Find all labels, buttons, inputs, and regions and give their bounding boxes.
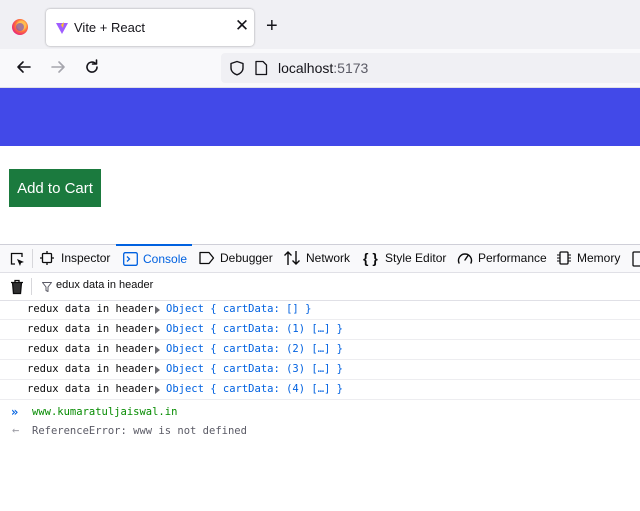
tab-style-editor[interactable]: { } Style Editor <box>363 245 448 272</box>
expand-triangle-icon[interactable] <box>155 306 160 314</box>
forward-arrow-icon[interactable] <box>48 57 68 77</box>
command-prompt-icon: » <box>11 405 19 419</box>
log-object[interactable]: Object { cartData: (2) […] } <box>166 343 343 355</box>
console-log-row: redux data in header Object { cartData: … <box>0 320 640 340</box>
expand-triangle-icon[interactable] <box>155 326 160 334</box>
console-log-row: redux data in header Object { cartData: … <box>0 300 640 320</box>
devtools-panel: Inspector Console Debugger Network { } S… <box>0 244 640 511</box>
expand-triangle-icon[interactable] <box>155 386 160 394</box>
memory-icon <box>557 251 571 265</box>
log-object[interactable]: Object { cartData: [] } <box>166 303 311 315</box>
tab-debugger-label: Debugger <box>220 251 273 265</box>
log-message: redux data in header <box>27 323 154 335</box>
console-filter-bar <box>0 273 640 301</box>
tab-performance[interactable]: Performance <box>457 245 547 272</box>
tab-performance-label: Performance <box>478 251 547 265</box>
tab-network[interactable]: Network <box>283 245 353 272</box>
error-text: ReferenceError: www is not defined <box>32 425 247 437</box>
console-log-row: redux data in header Object { cartData: … <box>0 340 640 360</box>
log-object[interactable]: Object { cartData: (3) […] } <box>166 363 343 375</box>
vite-favicon-icon <box>56 22 68 34</box>
tab-console[interactable]: Console <box>116 244 192 273</box>
tab-console-label: Console <box>143 252 188 266</box>
network-icon <box>284 251 300 265</box>
expand-triangle-icon[interactable] <box>155 346 160 354</box>
back-arrow-icon[interactable] <box>14 57 34 77</box>
inspector-icon <box>40 251 54 265</box>
log-object[interactable]: Object { cartData: (4) […] } <box>166 383 343 395</box>
storage-panel-icon[interactable] <box>632 251 640 267</box>
add-to-cart-button[interactable]: Add to Cart <box>9 169 101 207</box>
log-message: redux data in header <box>27 303 154 315</box>
page-header-bar <box>0 88 640 146</box>
browser-tab-active[interactable]: Vite + React ✕ <box>46 9 254 46</box>
devtools-toolbar: Inspector Console Debugger Network { } S… <box>0 244 640 273</box>
tab-debugger[interactable]: Debugger <box>198 245 274 272</box>
clear-console-trash-icon[interactable] <box>10 279 24 295</box>
toolbar-separator <box>32 249 33 268</box>
tab-inspector-label: Inspector <box>61 251 111 265</box>
console-icon <box>123 252 138 266</box>
reload-icon[interactable] <box>82 57 102 77</box>
url-host: localhost <box>278 60 334 76</box>
filter-funnel-icon <box>42 282 52 292</box>
log-message: redux data in header <box>27 383 154 395</box>
url-bar[interactable]: localhost:5173 <box>221 53 640 83</box>
console-log-row: redux data in header Object { cartData: … <box>0 380 640 400</box>
tab-memory-label: Memory <box>577 251 621 265</box>
console-result-row: ← ReferenceError: www is not defined <box>0 422 640 441</box>
navigation-toolbar: localhost:5173 <box>0 49 640 88</box>
performance-icon <box>457 253 473 264</box>
new-tab-button[interactable]: + <box>266 16 278 36</box>
element-picker-icon[interactable] <box>9 251 25 267</box>
style-editor-icon: { } <box>363 250 378 266</box>
log-message: redux data in header <box>27 363 154 375</box>
tracking-protection-shield-icon[interactable] <box>229 60 245 76</box>
console-log-row: redux data in header Object { cartData: … <box>0 360 640 380</box>
filter-separator <box>31 278 32 295</box>
tab-strip: Vite + React ✕ + <box>0 0 640 49</box>
tab-network-label: Network <box>306 251 351 265</box>
command-text: www.kumaratuljaiswal.in <box>32 406 178 418</box>
log-object[interactable]: Object { cartData: (1) […] } <box>166 323 343 335</box>
tab-style-editor-label: Style Editor <box>385 251 447 265</box>
tab-inspector[interactable]: Inspector <box>40 245 112 272</box>
tab-memory[interactable]: Memory <box>556 245 624 272</box>
firefox-logo-icon[interactable] <box>12 19 28 35</box>
expand-triangle-icon[interactable] <box>155 366 160 374</box>
page-info-icon[interactable] <box>254 60 268 76</box>
tab-title: Vite + React <box>74 20 145 35</box>
console-filter-input[interactable] <box>56 279 256 291</box>
url-text[interactable]: localhost:5173 <box>278 60 368 76</box>
console-command-row: » www.kumaratuljaiswal.in <box>0 403 640 422</box>
url-port: :5173 <box>333 60 369 76</box>
log-message: redux data in header <box>27 343 154 355</box>
debugger-icon <box>199 251 215 265</box>
tab-close-icon[interactable]: ✕ <box>232 16 252 36</box>
result-arrow-icon: ← <box>12 423 20 437</box>
